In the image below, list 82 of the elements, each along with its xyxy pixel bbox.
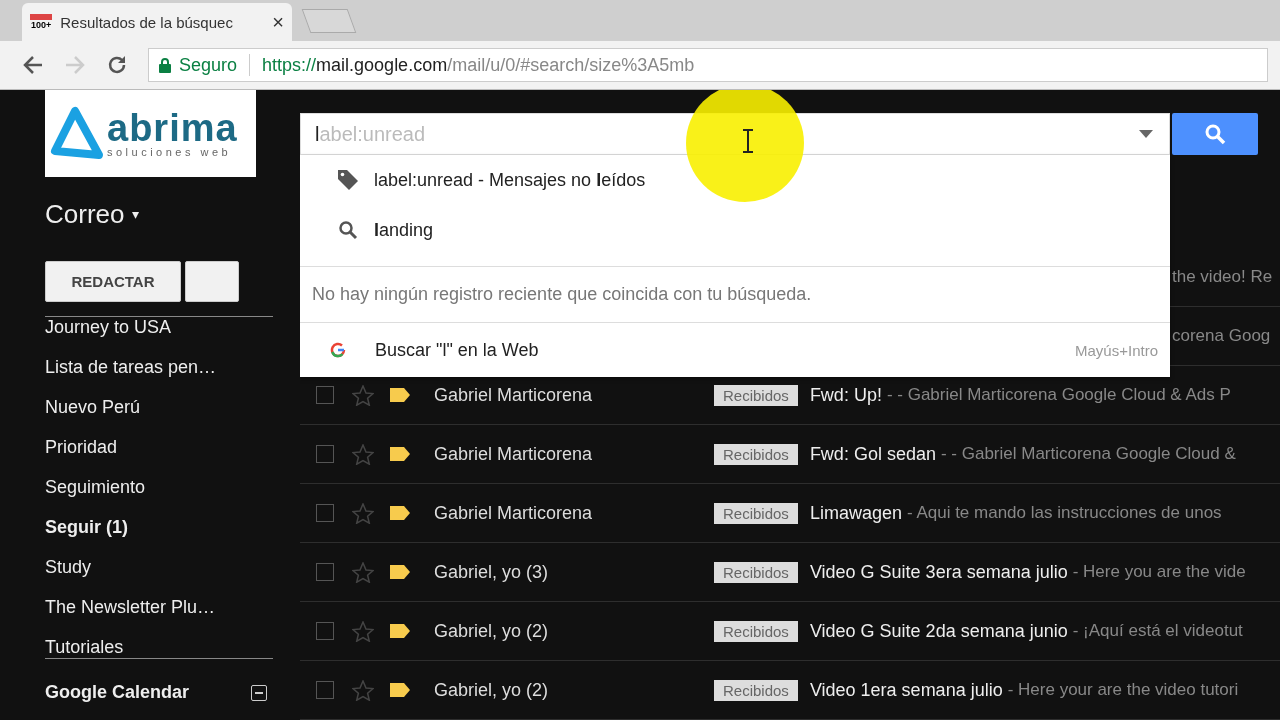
google-g-icon <box>330 342 346 358</box>
browser-tab[interactable]: 100+ Resultados de la búsquec × <box>22 3 292 42</box>
checkbox[interactable] <box>316 681 334 699</box>
importance-marker-icon[interactable] <box>390 447 410 461</box>
star-icon[interactable] <box>352 443 374 465</box>
importance-marker-icon[interactable] <box>390 565 410 579</box>
back-icon[interactable] <box>22 55 44 76</box>
message-snippet: - Here you are the vide <box>1072 562 1246 582</box>
sender-name: Gabriel Marticorena <box>434 384 594 406</box>
sender-name: Gabriel Marticorena <box>434 443 594 465</box>
label-link[interactable]: Study <box>45 547 273 587</box>
text-cursor-icon <box>742 129 754 153</box>
message-row[interactable]: Gabriel, yo (3) Recibidos Video G Suite 3era semana julio - Here you are the vide <box>300 543 1280 602</box>
url-text: https://mail.google.com/mail/u/0/#search/size%3A5mb <box>262 54 695 76</box>
message-subject: Video G Suite 3era semana julio <box>809 561 1068 583</box>
label-tag: Recibidos <box>714 679 798 701</box>
label-tag: Recibidos <box>714 620 798 642</box>
message-snippet: - Aqui te mando las instrucciones de unos <box>906 503 1222 523</box>
label-link[interactable]: Seguimiento <box>45 467 273 507</box>
importance-marker-icon[interactable] <box>390 683 410 697</box>
dropdown-icon[interactable] <box>1139 130 1153 138</box>
checkbox[interactable] <box>316 622 334 640</box>
section-title: Google Calendar <box>45 682 190 703</box>
suggestion-item[interactable]: label:unread - Mensajes no leídos <box>300 155 1170 205</box>
label-link[interactable]: Prioridad <box>45 427 273 467</box>
label-tag: Recibidos <box>714 443 798 465</box>
message-snippet: - ¡Aquí está el videotut <box>1072 621 1243 641</box>
sender-name: Gabriel, yo (2) <box>434 620 550 642</box>
star-icon[interactable] <box>352 384 374 406</box>
message-subject: Fwd: Up! <box>809 384 882 406</box>
collapse-icon[interactable] <box>251 684 267 701</box>
importance-marker-icon[interactable] <box>390 624 410 638</box>
message-snippet: - - Gabriel Marticorena Google Cloud & <box>940 444 1236 464</box>
message-subject: Fwd: Gol sedan <box>809 443 936 465</box>
search-button[interactable] <box>1172 113 1258 155</box>
tab-title: Resultados de la búsquec <box>60 13 234 31</box>
message-row[interactable]: Gabriel Marticorena Recibidos Fwd: Gol sedan - - Gabriel Marticorena Google Cloud & <box>300 425 1280 484</box>
checkbox[interactable] <box>316 563 334 581</box>
security-label: Seguro <box>179 54 238 76</box>
star-icon[interactable] <box>352 561 374 583</box>
label-link[interactable]: Seguir (1) <box>45 507 273 547</box>
label-link[interactable]: Journey to USA <box>45 317 273 347</box>
checkbox[interactable] <box>316 386 334 404</box>
label-tag: Recibidos <box>714 384 798 406</box>
label-link[interactable]: Nuevo Perú <box>45 387 273 427</box>
star-icon[interactable] <box>352 620 374 642</box>
checkbox[interactable] <box>316 504 334 522</box>
star-icon[interactable] <box>352 502 374 524</box>
mail-favicon: 100+ <box>30 14 53 31</box>
sender-name: Gabriel, yo (2) <box>434 679 550 701</box>
address-bar[interactable]: Seguro https://mail.google.com/mail/u/0/#search/size%3A5mb <box>148 48 1268 83</box>
logo-tagline: soluciones web <box>107 145 233 158</box>
message-subject: Video G Suite 2da semana junio <box>809 620 1068 642</box>
label-tag: Recibidos <box>714 561 798 583</box>
checkbox[interactable] <box>316 445 334 463</box>
label-tag: Recibidos <box>714 502 798 524</box>
message-snippet: - - Gabriel Marticorena Google Cloud & Ads P <box>886 385 1231 405</box>
label-link[interactable]: Lista de tareas pen… <box>45 347 273 387</box>
message-row[interactable]: Gabriel, yo (2) Recibidos Video 1era semana julio - Here your are the video tutori <box>300 661 1280 720</box>
suggestion-item[interactable]: landing <box>300 205 1170 255</box>
star-icon[interactable] <box>352 679 374 701</box>
close-tab-button[interactable]: × <box>272 10 284 34</box>
app-switcher[interactable]: Correo ▾ <box>45 197 140 231</box>
lock-icon <box>159 57 171 73</box>
secondary-button[interactable] <box>185 261 239 302</box>
importance-marker-icon[interactable] <box>390 506 410 520</box>
empty-history-message: No hay ningún registro reciente que coincida con tu búsqueda. <box>300 266 1170 323</box>
sender-name: Gabriel Marticorena <box>434 502 594 524</box>
message-snippet: corena Goog <box>1172 326 1271 346</box>
label-link[interactable]: The Newsletter Plu… <box>45 587 273 627</box>
compose-button[interactable]: REDACTAR <box>45 261 181 302</box>
message-snippet: - Here your are the video tutori <box>1007 680 1239 700</box>
importance-marker-icon[interactable] <box>390 388 410 402</box>
logo-name: abrima <box>107 109 238 146</box>
message-row[interactable]: Gabriel Marticorena Recibidos Limawagen - Aqui te mando las instrucciones de unos <box>300 484 1280 543</box>
sender-name: Gabriel, yo (3) <box>434 561 550 583</box>
message-subject: Video 1era semana julio <box>809 679 1003 701</box>
message-snippet: the video! Re <box>1172 267 1273 287</box>
message-subject: Limawagen <box>809 502 902 524</box>
message-row[interactable]: Gabriel, yo (2) Recibidos Video G Suite 2da semana junio - ¡Aquí está el videotut <box>300 602 1280 661</box>
search-icon <box>1204 123 1226 145</box>
label-link[interactable]: Tutoriales <box>45 627 273 658</box>
